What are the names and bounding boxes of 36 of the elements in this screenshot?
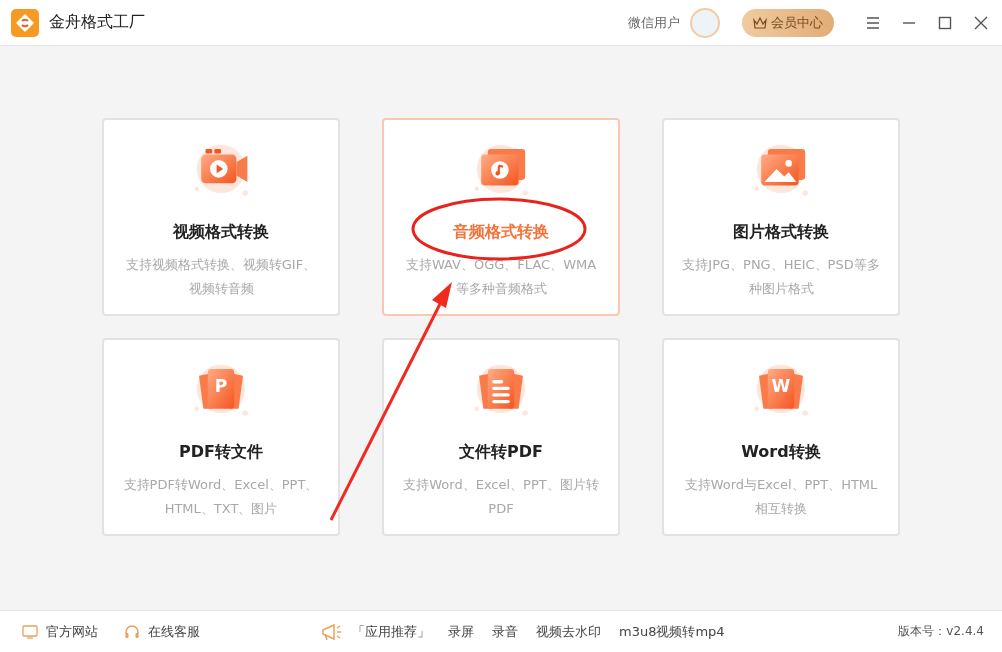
card-title: Word转换 [741, 442, 821, 463]
version-label: 版本号：v2.4.4 [898, 623, 984, 640]
card-description: 支持Word、Excel、PPT、图片转PDF [402, 476, 600, 518]
app-link[interactable]: m3u8视频转mp4 [619, 622, 725, 641]
maximize-icon[interactable] [938, 15, 952, 30]
user-name: 微信用户 [628, 13, 680, 32]
converter-card[interactable]: 文件转PDF 支持Word、Excel、PPT、图片转PDF [382, 338, 620, 536]
window-title: 金舟格式工厂 [49, 12, 146, 33]
card-description: 支持视频格式转换、视频转GIF、视频转音频 [124, 256, 318, 298]
card-title: 图片格式转换 [733, 222, 829, 243]
card-title: 视频格式转换 [173, 222, 269, 243]
crown-icon [753, 16, 767, 29]
converter-card[interactable]: P PDF转文件 支持PDF转Word、Excel、PPT、HTML、TXT、图片 [102, 338, 340, 536]
megaphone-icon [320, 621, 342, 642]
card-description: 支持Word与Excel、PPT、HTML相互转换 [683, 476, 879, 518]
monitor-icon [22, 623, 38, 640]
app-link[interactable]: 录屏 [448, 622, 474, 641]
menu-icon[interactable] [866, 15, 880, 30]
converter-card[interactable]: 视频格式转换 支持视频格式转换、视频转GIF、视频转音频 [102, 118, 340, 316]
recommend-label: 「应用推荐」 [352, 622, 430, 641]
footer-link[interactable]: 在线客服 [148, 622, 200, 641]
card-title: PDF转文件 [179, 442, 263, 463]
close-icon[interactable] [974, 15, 988, 30]
vip-center-button[interactable]: 会员中心 [742, 8, 834, 37]
app-link[interactable]: 视频去水印 [536, 622, 601, 641]
footer-link[interactable]: 官方网站 [46, 622, 98, 641]
converter-card[interactable]: 图片格式转换 支持JPG、PNG、HEIC、PSD等多种图片格式 [662, 118, 900, 316]
app-link[interactable]: 录音 [492, 622, 518, 641]
card-description: 支持JPG、PNG、HEIC、PSD等多种图片格式 [681, 256, 881, 298]
card-title: 音频格式转换 [453, 222, 549, 243]
app-logo-icon [11, 8, 39, 37]
converter-card[interactable]: W Word转换 支持Word与Excel、PPT、HTML相互转换 [662, 338, 900, 536]
headset-icon [124, 623, 140, 640]
card-title: 文件转PDF [459, 442, 543, 463]
card-description: 支持PDF转Word、Excel、PPT、HTML、TXT、图片 [122, 476, 320, 518]
card-description: 支持WAV、OGG、FLAC、WMA等多种音频格式 [404, 256, 598, 298]
